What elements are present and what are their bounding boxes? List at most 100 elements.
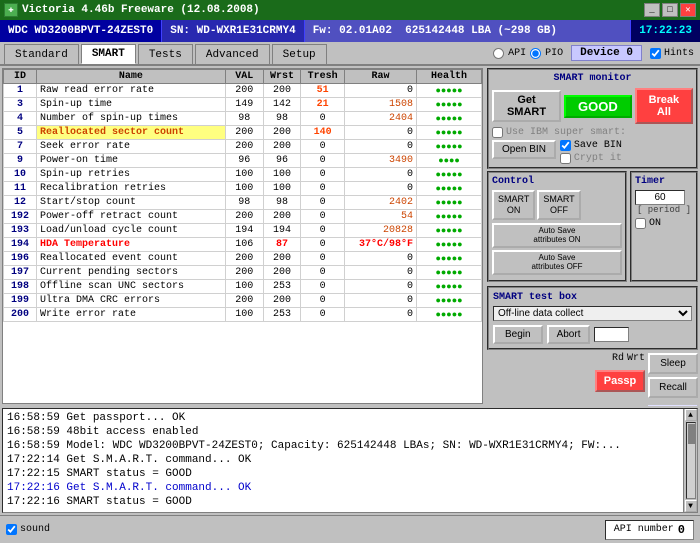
cell-id: 3: [4, 98, 37, 112]
cell-tresh: 140: [301, 126, 345, 140]
cell-health: ●●●●●: [417, 140, 482, 154]
api-number-label: API number: [614, 524, 674, 535]
pio-label: PIO: [545, 48, 563, 59]
cell-id: 9: [4, 154, 37, 168]
tab-advanced[interactable]: Advanced: [195, 44, 270, 64]
cell-tresh: 0: [301, 294, 345, 308]
pio-radio[interactable]: [530, 48, 541, 59]
crypt-it-checkbox[interactable]: [560, 153, 571, 164]
table-row: 193Load/unload cycle count194194020828●●…: [4, 224, 482, 238]
cell-health: ●●●●●: [417, 112, 482, 126]
tab-standard[interactable]: Standard: [4, 44, 79, 64]
clock: 17:22:23: [631, 20, 700, 42]
cell-val: 200: [225, 84, 263, 98]
cell-val: 194: [225, 224, 263, 238]
smart-off-button[interactable]: SMART OFF: [537, 190, 580, 220]
log-content[interactable]: 16:58:59 Get passport... OK16:58:59 48bi…: [3, 409, 683, 512]
power-button[interactable]: Power: [648, 405, 698, 406]
timer-input[interactable]: [635, 190, 685, 205]
cell-wrst: 98: [263, 112, 301, 126]
status-bar: sound API number 0: [0, 515, 700, 543]
auto-save-off-button[interactable]: Auto Save attributes OFF: [492, 250, 622, 275]
table-row: 192Power-off retract count200200054●●●●●: [4, 210, 482, 224]
cell-name: Spin-up retries: [37, 168, 226, 182]
smart-table: ID Name VAL Wrst Tresh Raw Health 1Raw r…: [3, 69, 482, 322]
get-smart-button[interactable]: Get SMART: [492, 90, 561, 122]
api-number-box: API number 0: [605, 520, 694, 540]
api-radio[interactable]: [493, 48, 504, 59]
log-line: 17:22:15 SMART status = GOOD: [7, 467, 679, 481]
tab-smart[interactable]: SMART: [81, 44, 136, 64]
cell-health: ●●●●●: [417, 266, 482, 280]
table-scroll[interactable]: ID Name VAL Wrst Tresh Raw Health 1Raw r…: [3, 69, 482, 403]
ibm-label: Use IBM super smart:: [506, 127, 626, 138]
crypt-it-label: Crypt it: [574, 153, 622, 164]
cell-wrst: 253: [263, 308, 301, 322]
begin-button[interactable]: Begin: [493, 325, 543, 344]
table-row: 10Spin-up retries10010000●●●●●: [4, 168, 482, 182]
cell-val: 200: [225, 140, 263, 154]
cell-val: 106: [225, 238, 263, 252]
log-scrollbar[interactable]: ▲ ▼: [683, 409, 697, 512]
table-row: 5Reallocated sector count2002001400●●●●●: [4, 126, 482, 140]
auto-save-on-button[interactable]: Auto Save attributes ON: [492, 223, 622, 248]
tab-tests[interactable]: Tests: [138, 44, 193, 64]
table-row: 200Write error rate10025300●●●●●: [4, 308, 482, 322]
cell-id: 7: [4, 140, 37, 154]
cell-val: 100: [225, 182, 263, 196]
passp-button[interactable]: Passp: [595, 370, 645, 392]
cell-health: ●●●●●: [417, 168, 482, 182]
cell-raw: 0: [345, 294, 417, 308]
cell-health: ●●●●●: [417, 210, 482, 224]
th-health: Health: [417, 70, 482, 84]
cell-name: Start/stop count: [37, 196, 226, 210]
tab-setup[interactable]: Setup: [272, 44, 327, 64]
table-row: 194HDA Temperature10687037°C/98°F●●●●●: [4, 238, 482, 252]
cell-wrst: 100: [263, 168, 301, 182]
break-all-button[interactable]: Break All: [635, 88, 693, 124]
test-type-select[interactable]: Off-line data collect Short self-test Ex…: [493, 306, 692, 321]
open-bin-button[interactable]: Open BIN: [492, 140, 556, 159]
cell-wrst: 194: [263, 224, 301, 238]
app-icon: ✚: [4, 3, 18, 17]
cell-raw: 0: [345, 308, 417, 322]
minimize-button[interactable]: _: [644, 3, 660, 17]
ibm-smart-checkbox[interactable]: [492, 127, 503, 138]
cell-health: ●●●●●: [417, 294, 482, 308]
close-button[interactable]: ✕: [680, 3, 696, 17]
cell-name: Current pending sectors: [37, 266, 226, 280]
cell-raw: 54: [345, 210, 417, 224]
cell-tresh: 0: [301, 182, 345, 196]
save-bin-checkbox[interactable]: [560, 140, 571, 151]
cell-name: Load/unload cycle count: [37, 224, 226, 238]
cell-val: 96: [225, 154, 263, 168]
smart-status-button[interactable]: GOOD: [564, 95, 632, 118]
cell-health: ●●●●●: [417, 224, 482, 238]
abort-button[interactable]: Abort: [547, 325, 591, 344]
cell-id: 12: [4, 196, 37, 210]
sleep-button[interactable]: Sleep: [648, 353, 698, 374]
table-row: 9Power-on time969603490●●●●: [4, 154, 482, 168]
scroll-thumb[interactable]: [688, 424, 696, 444]
hints-checkbox[interactable]: [650, 48, 661, 59]
scroll-down-button[interactable]: ▼: [685, 500, 697, 512]
cell-id: 4: [4, 112, 37, 126]
cell-raw: 1508: [345, 98, 417, 112]
sound-checkbox[interactable]: [6, 524, 17, 535]
cell-wrst: 96: [263, 154, 301, 168]
smart-on-button[interactable]: SMART ON: [492, 190, 535, 220]
cell-health: ●●●●●: [417, 196, 482, 210]
test-progress-input[interactable]: [594, 327, 629, 342]
on-label: ON: [649, 218, 661, 229]
recall-button[interactable]: Recall: [648, 377, 698, 398]
cell-health: ●●●●●: [417, 252, 482, 266]
log-line: 17:22:14 Get S.M.A.R.T. command... OK: [7, 453, 679, 467]
device-bar: WDC WD3200BPVT-24ZEST0 SN: WD-WXR1E31CRM…: [0, 20, 700, 42]
timer-on-checkbox[interactable]: [635, 218, 646, 229]
test-box-title: SMART test box: [493, 292, 692, 303]
scroll-track[interactable]: [686, 422, 696, 499]
control-title: Control: [492, 176, 622, 187]
scroll-up-button[interactable]: ▲: [685, 409, 697, 421]
table-row: 7Seek error rate20020000●●●●●: [4, 140, 482, 154]
maximize-button[interactable]: □: [662, 3, 678, 17]
